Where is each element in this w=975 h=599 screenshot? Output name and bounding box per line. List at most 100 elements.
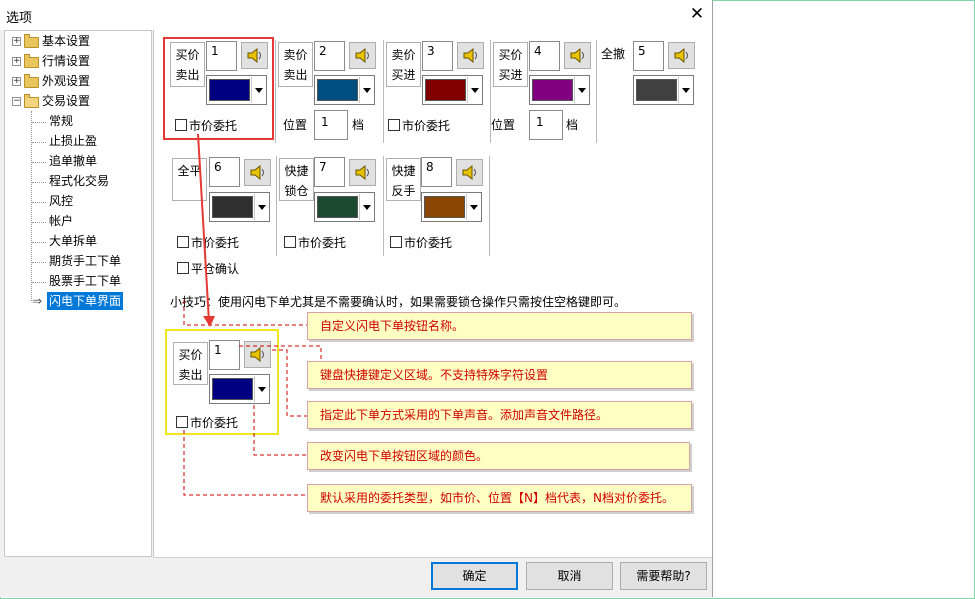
- hotkey-input[interactable]: 7: [314, 157, 345, 187]
- tree-connector: [32, 182, 46, 183]
- arrow-right-icon: ⇒: [32, 294, 43, 308]
- tree-connector: [32, 282, 46, 283]
- button-name-box[interactable]: 快捷 锁仓: [279, 158, 314, 201]
- color-selector[interactable]: [209, 192, 270, 222]
- dropdown-arrow-icon[interactable]: [254, 194, 268, 220]
- button-name-line1: 快捷: [391, 164, 416, 178]
- tree-connector: [32, 222, 46, 223]
- close-confirm-label: 平仓确认: [191, 262, 240, 276]
- button-name-line1: 全平: [177, 164, 202, 178]
- hotkey-input[interactable]: 4: [529, 41, 560, 71]
- cancel-button[interactable]: 取消: [526, 562, 613, 590]
- market-order-checkbox[interactable]: [388, 119, 400, 131]
- market-order-checkbox[interactable]: [390, 236, 402, 248]
- market-order-label: 市价委托: [404, 236, 453, 250]
- dropdown-arrow-icon[interactable]: [467, 77, 481, 103]
- sound-button[interactable]: [457, 42, 484, 69]
- button-name-line2: 锁仓: [284, 184, 309, 198]
- annotation-order-type: 默认采用的委托类型，如市价、位置【N】档代表，N档对价委托。: [307, 484, 692, 512]
- button-name-line1: 卖价: [283, 48, 308, 62]
- tree-item-general[interactable]: 常规: [49, 112, 73, 130]
- button-name-line1: 卖价: [391, 48, 416, 62]
- expand-icon[interactable]: +: [12, 37, 21, 46]
- position-unit: 档: [352, 118, 365, 132]
- sound-button[interactable]: [456, 159, 483, 186]
- button-name-line2: 卖出: [283, 68, 308, 82]
- window-title: 选项: [6, 11, 33, 26]
- button-name-label: 全撤: [601, 47, 626, 61]
- tree-item-futures-manual[interactable]: 期货手工下单: [49, 252, 121, 270]
- hotkey-input[interactable]: 6: [209, 157, 240, 187]
- tree-item-split-order[interactable]: 大单拆单: [49, 232, 97, 250]
- tree-item-programmatic[interactable]: 程式化交易: [49, 172, 109, 190]
- hotkey-input[interactable]: 3: [422, 41, 453, 71]
- market-order-checkbox[interactable]: [284, 236, 296, 248]
- tree-item-flash-order[interactable]: 闪电下单界面: [47, 292, 124, 310]
- expand-icon[interactable]: +: [12, 57, 21, 66]
- expand-icon[interactable]: +: [12, 77, 21, 86]
- tree-item-stock-manual[interactable]: 股票手工下单: [49, 272, 121, 290]
- tree-item-trade-settings[interactable]: 交易设置: [42, 92, 90, 110]
- sound-button[interactable]: [244, 159, 271, 186]
- dropdown-arrow-icon[interactable]: [359, 194, 373, 220]
- ok-button[interactable]: 确定: [431, 562, 518, 590]
- tree-item-risk[interactable]: 风控: [49, 192, 73, 210]
- button-name-line2: 买进: [498, 68, 523, 82]
- position-input[interactable]: 1: [314, 110, 348, 140]
- tree-connector: [32, 122, 46, 123]
- button-name-box[interactable]: 卖价 买进: [386, 42, 421, 87]
- dropdown-arrow-icon[interactable]: [574, 77, 588, 103]
- color-selector[interactable]: [422, 75, 483, 105]
- dropdown-arrow-icon[interactable]: [466, 194, 480, 220]
- tree-item-basic-settings[interactable]: 基本设置: [42, 32, 90, 50]
- sound-button[interactable]: [349, 159, 376, 186]
- tree-item-appearance-settings[interactable]: 外观设置: [42, 72, 90, 90]
- position-unit: 档: [566, 118, 579, 132]
- group-separator: [596, 40, 597, 143]
- help-button[interactable]: 需要帮助?: [620, 562, 707, 590]
- group-separator: [275, 40, 276, 143]
- button-name-box[interactable]: 快捷 反手: [386, 158, 421, 201]
- tip-text: 小技巧：使用闪电下单尤其是不需要确认时，如果需要锁仓操作只需按住空格键即可。: [170, 295, 627, 309]
- group-separator: [276, 156, 277, 256]
- hotkey-input[interactable]: 2: [314, 41, 345, 71]
- sound-button[interactable]: [668, 42, 695, 69]
- button-name-box[interactable]: 卖价 卖出: [278, 42, 313, 87]
- close-icon[interactable]: ✕: [686, 3, 708, 25]
- button-name-box[interactable]: 买价 买进: [493, 42, 528, 87]
- market-order-checkbox[interactable]: [177, 236, 189, 248]
- tree-connector: [32, 202, 46, 203]
- tree-connector: [32, 242, 46, 243]
- tree-item-chase-cancel[interactable]: 追单撤单: [49, 152, 97, 170]
- tree-item-quote-settings[interactable]: 行情设置: [42, 52, 90, 70]
- button-name-line1: 快捷: [284, 164, 309, 178]
- yellow-highlight-frame: [165, 329, 279, 435]
- hotkey-input[interactable]: 5: [633, 41, 664, 71]
- collapse-icon[interactable]: −: [12, 97, 21, 106]
- annotation-hotkey: 键盘快捷键定义区域。不支持特殊字符设置: [307, 361, 692, 389]
- color-selector[interactable]: [314, 75, 375, 105]
- color-selector[interactable]: [633, 75, 694, 105]
- position-label: 位置: [491, 118, 516, 132]
- color-swatch: [425, 79, 466, 101]
- tree-item-account[interactable]: 帐户: [49, 212, 73, 230]
- market-order-label: 市价委托: [191, 236, 240, 250]
- sound-button[interactable]: [564, 42, 591, 69]
- button-name-line2: 买进: [391, 68, 416, 82]
- hotkey-input[interactable]: 8: [421, 157, 452, 187]
- close-confirm-checkbox[interactable]: [177, 262, 189, 274]
- color-selector[interactable]: [314, 192, 375, 222]
- connector-order-type: [183, 430, 307, 496]
- folder-icon: [24, 34, 39, 48]
- sound-button[interactable]: [349, 42, 376, 69]
- dropdown-arrow-icon[interactable]: [359, 77, 373, 103]
- color-selector[interactable]: [529, 75, 590, 105]
- dropdown-arrow-icon[interactable]: [678, 77, 692, 103]
- settings-tree[interactable]: + 基本设置 + 行情设置 + 外观设置 − 交易设置 常规 止损止盈 追单撤单…: [4, 30, 152, 557]
- button-name-box[interactable]: 全平: [172, 158, 207, 201]
- color-selector[interactable]: [421, 192, 482, 222]
- speaker-icon: [570, 47, 584, 64]
- position-input[interactable]: 1: [529, 110, 563, 140]
- group-separator: [383, 40, 384, 143]
- tree-item-stop-loss[interactable]: 止损止盈: [49, 132, 97, 150]
